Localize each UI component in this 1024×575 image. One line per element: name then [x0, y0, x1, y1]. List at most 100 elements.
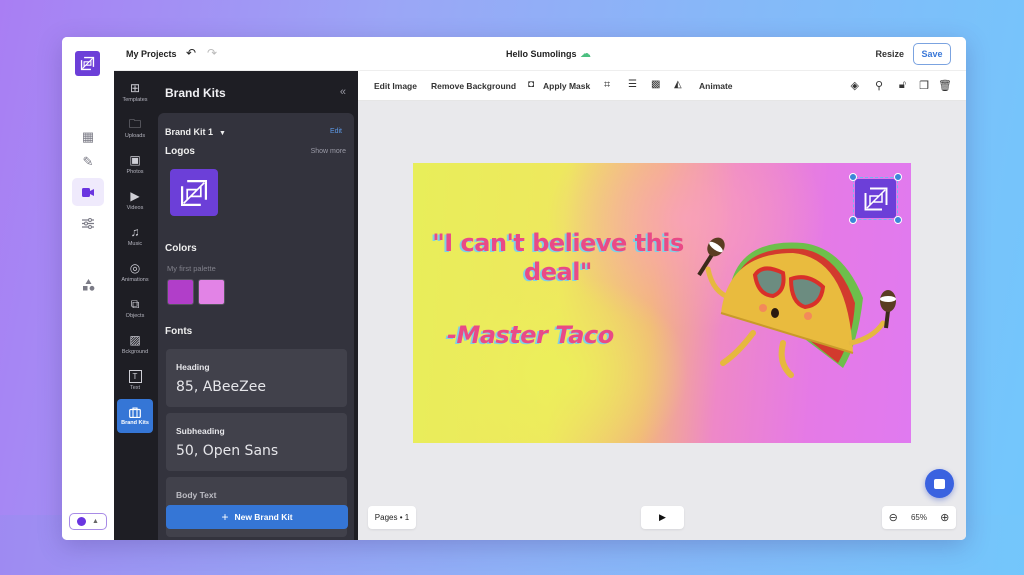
tool-photos[interactable]: ▣ Photos [117, 147, 153, 181]
brand-logo-tile[interactable] [170, 169, 218, 216]
align-icon[interactable]: ⚲ [875, 79, 883, 92]
brand-kit-name: Brand Kit 1 [165, 127, 214, 137]
video-play-icon: ▶ [130, 189, 140, 203]
tool-label: Animations [121, 277, 149, 283]
my-projects-link[interactable]: My Projects [126, 49, 177, 59]
maraca-stripe [880, 296, 896, 302]
video-button[interactable] [72, 178, 104, 206]
tool-background[interactable]: ▨ Bckground [117, 327, 153, 361]
context-toolbar: Edit Image Remove Background ◘ Apply Mas… [358, 71, 966, 101]
animation-icon: ◎ [129, 261, 141, 275]
quote-text[interactable]: "I can't believe this deal" [429, 229, 687, 287]
selection-frame [853, 177, 898, 220]
font-card-heading[interactable]: Heading 85, ABeeZee [166, 349, 347, 407]
tool-animations[interactable]: ◎ Animations [117, 255, 153, 289]
tool-videos[interactable]: ▶ Videos [117, 183, 153, 217]
briefcase-icon [129, 406, 141, 418]
caret-up-icon: ▲ [92, 518, 99, 525]
tool-label: Photos [126, 169, 144, 175]
zoom-in-icon[interactable]: ⊕ [940, 511, 949, 524]
color-swatch[interactable] [198, 279, 225, 305]
shapes-button[interactable] [72, 271, 104, 299]
crop-icon[interactable]: ⌗ [604, 79, 610, 92]
tool-label: Uploads [124, 133, 146, 139]
caret-down-icon: ▼ [219, 130, 226, 137]
tool-label: Text [129, 384, 141, 391]
tool-templates[interactable]: ⊞ Templates [117, 75, 153, 109]
tool-music[interactable]: ♫ Music [117, 219, 153, 253]
maraca-handle [884, 310, 890, 329]
resize-handle-bottom-left[interactable] [849, 216, 857, 224]
tool-uploads[interactable]: 🗀 Uploads [117, 111, 153, 145]
app-logo[interactable] [75, 51, 100, 76]
brand-kit-selector[interactable]: Brand Kit 1 ▼ [165, 127, 226, 137]
theme-switcher[interactable]: ▲ [69, 513, 107, 530]
author-text[interactable]: -Master Taco [447, 321, 614, 349]
templates-icon: ⊞ [129, 81, 141, 95]
pages-button[interactable]: Pages • 1 [368, 506, 416, 529]
chat-icon [934, 478, 945, 489]
resize-handle-top-left[interactable] [849, 173, 857, 181]
theme-color-dot [77, 517, 87, 526]
zoom-control: ⊖ 65% ⊕ [882, 506, 956, 529]
lock-icon[interactable]: 🔓︎ [899, 79, 906, 92]
play-button[interactable]: ▶ [641, 506, 684, 529]
tool-objects[interactable]: ⧉ Objects [117, 291, 153, 325]
zoom-out-icon[interactable]: ⊖ [889, 511, 898, 524]
resize-handle-bottom-right[interactable] [894, 216, 902, 224]
logo-icon [180, 179, 208, 206]
layers-icon[interactable]: ◈ [851, 79, 859, 92]
left-rail: ▦ ✎ ▲ [62, 37, 114, 540]
tool-text[interactable]: T Text [117, 363, 153, 397]
cheek [804, 312, 812, 320]
apply-mask-button[interactable]: Apply Mask [543, 81, 590, 91]
fonts-heading: Fonts [165, 326, 193, 337]
logos-heading: Logos [165, 146, 195, 157]
photo-icon: ▣ [129, 153, 141, 167]
tool-label: Music [127, 241, 143, 247]
undo-icon[interactable]: ↶ [186, 46, 196, 60]
resize-button[interactable]: Resize [875, 49, 904, 59]
brand-kit-card: Brand Kit 1 ▼ Edit Logos Show more Colors… [158, 113, 354, 540]
calendar-button[interactable]: ▦ [72, 123, 104, 151]
color-swatch[interactable] [167, 279, 194, 305]
taco-mouth [771, 308, 779, 318]
remove-background-button[interactable]: Remove Background [431, 81, 516, 91]
save-button[interactable]: Save [913, 43, 951, 65]
font-role-label: Body Text [176, 490, 217, 500]
animate-button[interactable]: Animate [699, 81, 733, 91]
brand-kits-panel: Brand Kits « Brand Kit 1 ▼ Edit Logos Sho… [156, 71, 358, 540]
resize-handle-top-right[interactable] [894, 173, 902, 181]
design-artboard[interactable]: "I can't believe this deal" -Master Taco [413, 163, 911, 443]
selected-logo-element[interactable] [849, 173, 902, 224]
mask-icon: ◘ [528, 79, 535, 90]
edit-image-button[interactable]: Edit Image [374, 81, 417, 91]
music-note-icon: ♫ [130, 225, 140, 239]
tool-label: Videos [126, 205, 144, 211]
show-more-link[interactable]: Show more [311, 148, 346, 155]
taco-character-image[interactable] [683, 203, 898, 378]
transparency-icon[interactable]: ☰ [628, 79, 637, 90]
text-box-icon: T [128, 369, 142, 383]
tool-brand-kits[interactable]: Brand Kits [117, 399, 153, 433]
logo-icon [80, 56, 95, 71]
collapse-panel-icon[interactable]: « [340, 86, 346, 98]
font-card-subheading[interactable]: Subheading 50, Open Sans [166, 413, 347, 471]
chat-support-button[interactable] [925, 469, 954, 498]
flip-icon[interactable]: ◭ [674, 79, 682, 90]
objects-icon: ⧉ [130, 297, 140, 311]
new-brand-kit-label: New Brand Kit [234, 512, 293, 522]
filter-checker-icon[interactable]: ▩ [651, 79, 660, 90]
app-window: ▦ ✎ ▲ My Projects ↶ ↷ Hello Sumolings ☁ … [62, 37, 966, 540]
shapes-icon [82, 279, 94, 291]
duplicate-icon[interactable]: ❐ [919, 79, 929, 92]
new-brand-kit-button[interactable]: + New Brand Kit [166, 505, 348, 529]
trash-icon[interactable]: 🗑︎ [938, 79, 952, 92]
redo-icon[interactable]: ↷ [207, 46, 217, 60]
pencil-button[interactable]: ✎ [72, 148, 104, 176]
cheek [759, 304, 767, 312]
calendar-icon: ▦ [81, 129, 95, 144]
document-title[interactable]: Hello Sumolings [506, 49, 577, 59]
edit-brand-kit-link[interactable]: Edit [330, 128, 342, 135]
sliders-button[interactable] [72, 209, 104, 237]
